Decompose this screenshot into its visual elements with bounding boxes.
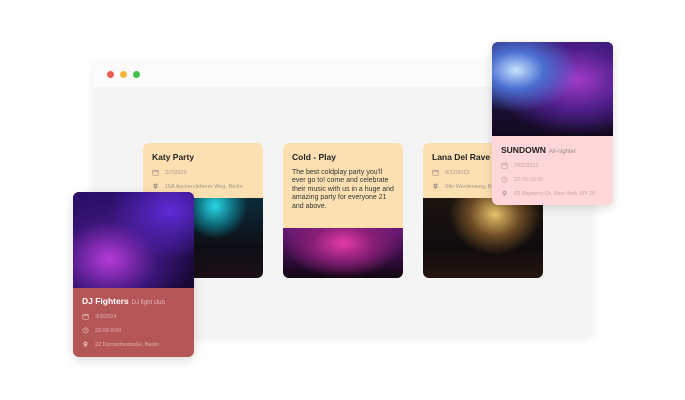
event-card-sundown[interactable]: SUNDOWN All-nighter 29/2/2023 22:00-10:00… <box>492 42 613 205</box>
event-subtitle: DJ fight club <box>131 300 165 306</box>
event-title: Katy Party <box>152 152 195 162</box>
location-pin-icon <box>153 183 158 190</box>
clock-icon <box>501 176 508 183</box>
calendar-icon <box>152 169 159 176</box>
event-photo-concert <box>283 228 403 278</box>
location-pin-icon <box>83 341 88 348</box>
event-time: 23:00-9:00 <box>95 327 122 334</box>
event-description: The best coldplay party you'll ever go t… <box>292 169 394 210</box>
event-title-row: SUNDOWN All-nighter <box>501 145 604 155</box>
event-photo-warehouse-rave <box>423 198 543 278</box>
event-time-row: 23:00-9:00 <box>82 327 185 334</box>
event-card-dj-fighters[interactable]: DJ Fighters DJ fight club 3/3/2024 23:00-… <box>73 192 194 357</box>
event-title: Cold - Play <box>292 152 336 162</box>
event-address-row: 10A Aschersleberer Weg, Berlin <box>152 183 254 190</box>
event-date: 3/3/2024 <box>95 313 117 320</box>
event-address-row: 83 Bayberry Dr. New York, NY 25 <box>501 190 604 197</box>
maximize-window-dot[interactable] <box>133 71 140 78</box>
event-time: 22:00-10:00 <box>514 176 544 183</box>
event-photo-dj-mixer <box>73 192 194 288</box>
event-time-row: 22:00-10:00 <box>501 176 604 183</box>
event-address: Silo Wardenweg, B <box>445 183 492 190</box>
clock-icon <box>82 327 89 334</box>
event-title: DJ Fighters <box>82 296 129 306</box>
event-date: 29/2/2023 <box>514 162 539 169</box>
minimize-window-dot[interactable] <box>120 71 127 78</box>
event-date: 2/7/2023 <box>165 169 187 176</box>
event-date-row: 3/3/2024 <box>82 313 185 320</box>
close-window-dot[interactable] <box>107 71 114 78</box>
event-address: 22 Dornschestraße, Berlin <box>95 341 159 348</box>
event-card-cold-play[interactable]: Cold - Play The best coldplay party you'… <box>283 143 403 278</box>
event-date-row: 29/2/2023 <box>501 162 604 169</box>
event-address-row: 22 Dornschestraße, Berlin <box>82 341 185 348</box>
event-address: 10A Aschersleberer Weg, Berlin <box>165 183 243 190</box>
event-date: 9/12/2023 <box>445 169 470 176</box>
calendar-icon <box>432 169 439 176</box>
event-date-row: 2/7/2023 <box>152 169 254 176</box>
location-pin-icon <box>433 183 438 190</box>
location-pin-icon <box>502 190 507 197</box>
event-address: 83 Bayberry Dr. New York, NY 25 <box>514 190 596 197</box>
event-title-row: DJ Fighters DJ fight club <box>82 296 185 306</box>
calendar-icon <box>501 162 508 169</box>
event-title: SUNDOWN <box>501 145 546 155</box>
event-subtitle: All-nighter <box>548 149 576 155</box>
event-photo-stage-crowd <box>492 42 613 136</box>
calendar-icon <box>82 313 89 320</box>
